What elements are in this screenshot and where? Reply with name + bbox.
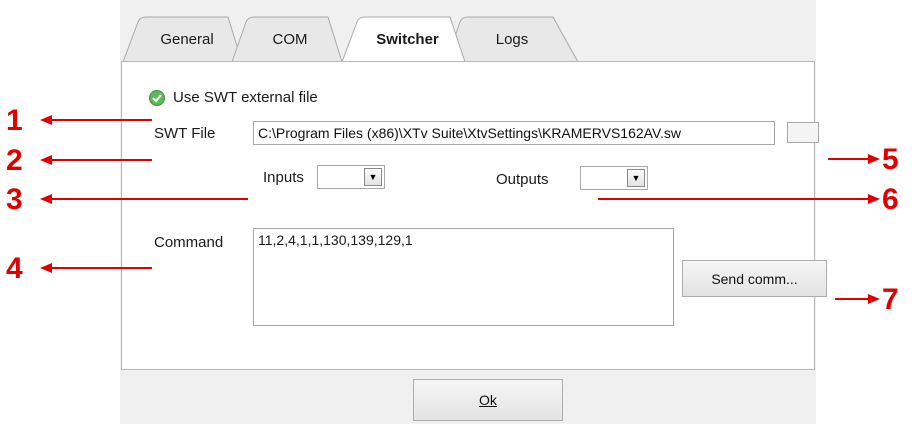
annotation-6: 6 xyxy=(882,183,899,216)
annotation-7: 7 xyxy=(882,283,899,316)
annotation-2: 2 xyxy=(6,144,23,177)
annotation-4: 4 xyxy=(6,252,23,285)
annotation-1: 1 xyxy=(6,104,23,137)
annotation-arrows xyxy=(40,115,880,304)
annotation-5: 5 xyxy=(882,143,899,176)
annotation-3: 3 xyxy=(6,183,23,216)
